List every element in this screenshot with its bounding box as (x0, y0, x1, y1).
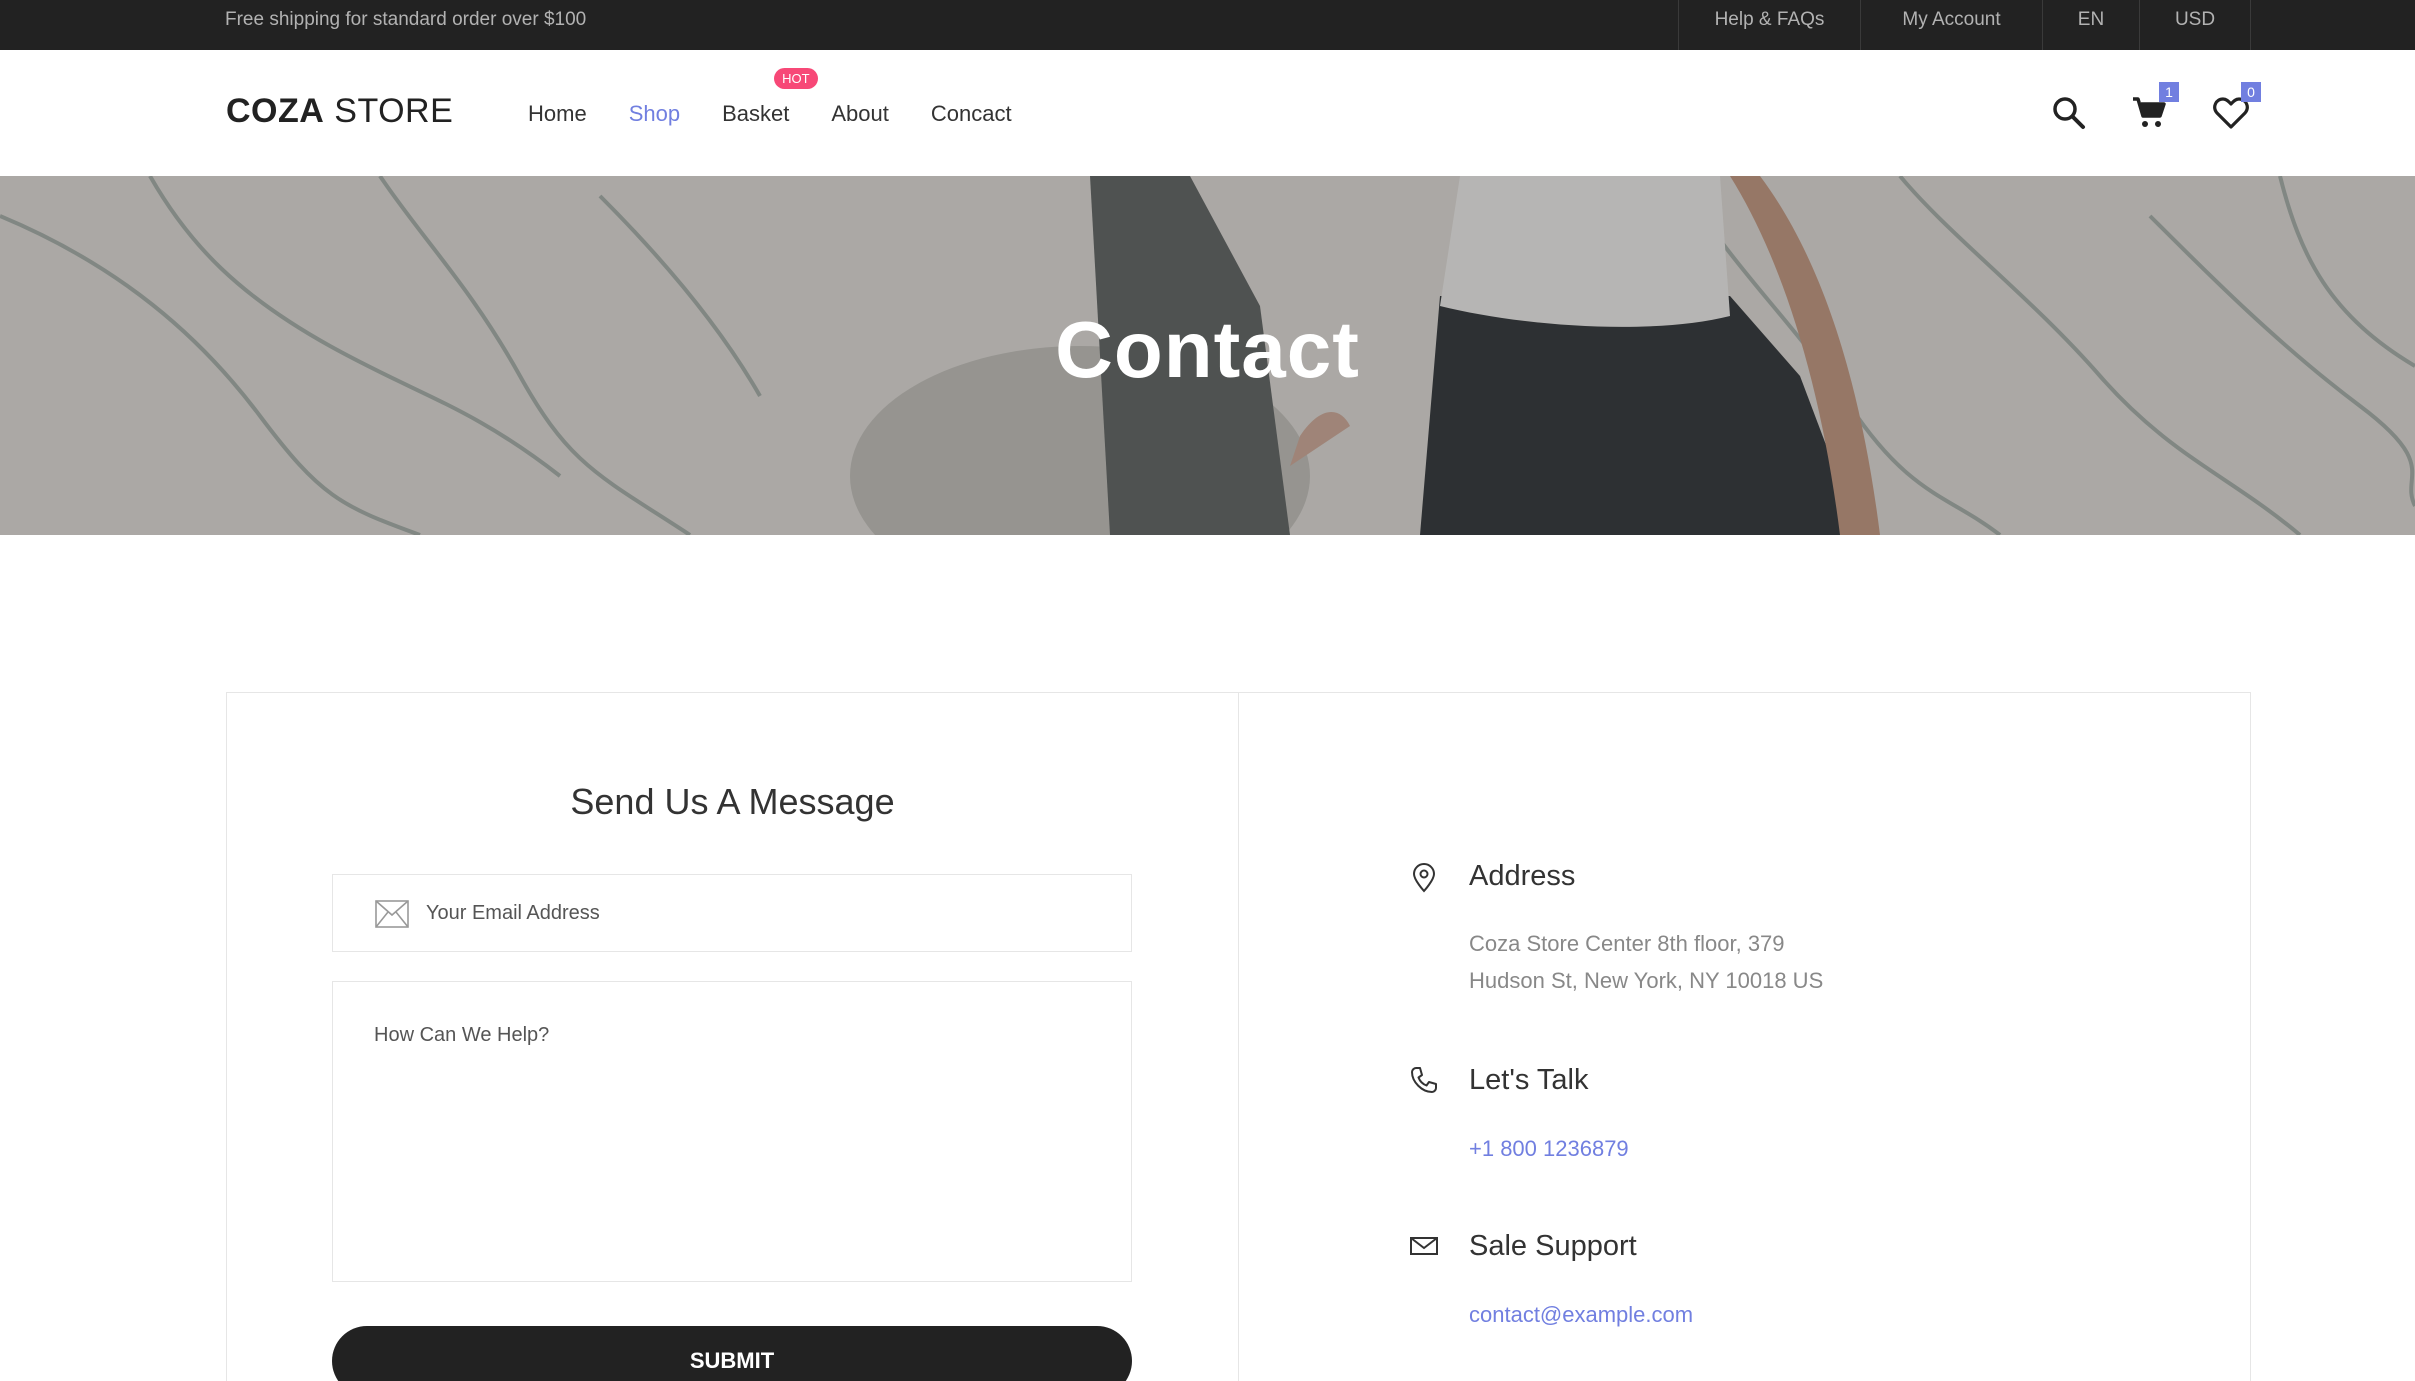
mail-icon (1410, 1237, 1438, 1255)
hot-badge: HOT (774, 67, 818, 89)
address-title: Address (1469, 860, 1576, 892)
store-logo[interactable]: COZA STORE (226, 92, 453, 131)
submit-button[interactable]: SUBMIT (332, 1326, 1132, 1381)
address-line-2: Hudson St, New York, NY 10018 US (1469, 968, 1824, 993)
heart-icon[interactable]: 0 (2213, 82, 2261, 131)
page-title: Contact (1055, 305, 1360, 394)
logo-light-text: STORE (324, 92, 454, 130)
main-nav: Home Shop Basket HOT About Concact (528, 50, 1054, 176)
support-email-link[interactable]: contact@example.com (1469, 1296, 1969, 1333)
logo-bold-text: COZA (226, 92, 325, 130)
top-bar-links: Help & FAQs My Account EN USD (1678, 0, 2251, 50)
my-account-link[interactable]: My Account (1861, 0, 2043, 50)
form-title: Send Us A Message (570, 781, 895, 822)
phone-icon (1411, 1067, 1437, 1093)
contact-form-panel: Send Us A Message SUBMIT (226, 692, 1239, 1381)
shipping-notice: Free shipping for standard order over $1… (225, 9, 587, 30)
contact-info-panel: Address Coza Store Center 8th floor, 379… (1238, 692, 2251, 1381)
cart-count-badge: 1 (2159, 82, 2179, 102)
sale-support-title: Sale Support (1469, 1230, 1637, 1262)
map-pin-icon (1412, 863, 1436, 893)
wishlist-count-badge: 0 (2241, 82, 2261, 102)
envelope-icon (375, 900, 409, 928)
nav-contact[interactable]: Concact (931, 100, 1012, 127)
nav-basket[interactable]: Basket HOT (722, 67, 818, 127)
nav-basket-label: Basket (722, 100, 790, 126)
nav-home[interactable]: Home (528, 100, 587, 127)
main-header: COZA STORE Home Shop Basket HOT About Co… (0, 50, 2415, 176)
email-input[interactable] (426, 875, 1116, 951)
search-icon[interactable] (2051, 95, 2087, 131)
message-textarea[interactable] (332, 981, 1132, 1282)
help-faqs-link[interactable]: Help & FAQs (1679, 0, 1861, 50)
cart-icon[interactable]: 1 (2131, 82, 2179, 131)
nav-shop[interactable]: Shop (629, 100, 680, 127)
currency-selector[interactable]: USD (2140, 0, 2251, 50)
talk-title: Let's Talk (1469, 1064, 1589, 1096)
address-line-1: Coza Store Center 8th floor, 379 (1469, 931, 1785, 956)
top-bar: Free shipping for standard order over $1… (0, 0, 2415, 50)
hero-banner: Contact (0, 176, 2415, 535)
language-selector[interactable]: EN (2043, 0, 2140, 50)
nav-about[interactable]: About (831, 100, 889, 127)
phone-link[interactable]: +1 800 1236879 (1469, 1130, 1969, 1167)
email-field-wrapper (332, 874, 1132, 952)
